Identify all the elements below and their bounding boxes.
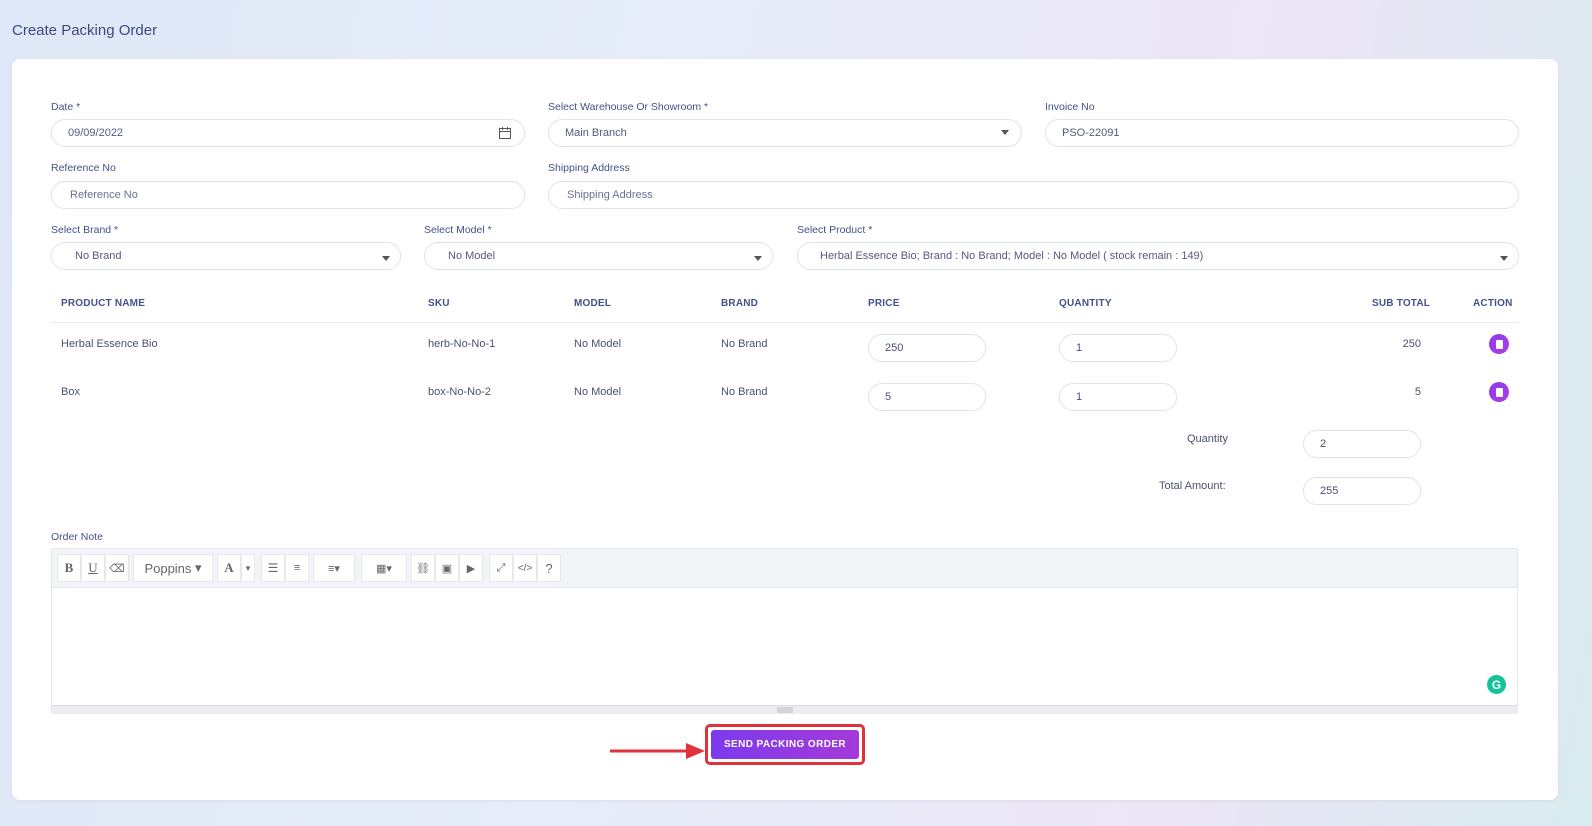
bold-icon[interactable]: B [57,554,81,582]
delete-icon [1495,339,1503,349]
th-brand: BRAND [721,298,759,309]
help-icon[interactable]: ? [537,554,561,582]
model-select[interactable]: No Model [424,242,773,270]
row-model: No Model [574,338,622,350]
date-value: 09/09/2022 [68,127,124,139]
delete-row-button[interactable] [1489,334,1509,354]
page-title: Create Packing Order [12,22,158,39]
submit-highlight: SEND PACKING ORDER [705,724,865,765]
grammarly-icon[interactable]: G [1487,675,1506,694]
summary-quantity-label: Quantity [1187,433,1228,445]
font-family-dropdown[interactable]: Poppins ▾ [133,554,213,582]
table-divider [51,322,1518,323]
th-sku: SKU [428,298,450,309]
align-icon[interactable]: ≡▾ [313,554,355,582]
reference-field[interactable] [51,181,525,209]
price-input[interactable]: 5 [868,383,986,411]
invoice-label: Invoice No [1045,101,1095,113]
pointer-arrow-icon [610,743,705,759]
th-price: PRICE [868,298,900,309]
shipping-field[interactable] [548,181,1519,209]
price-input[interactable]: 250 [868,334,986,362]
calendar-icon[interactable] [498,126,512,140]
order-note-editor: B U ⌫ Poppins ▾ A ▾ ☰ ≡ ≡▾ ▦▾ ⛓ ▣ ▶ ⤢ </… [51,548,1518,714]
row-model: No Model [574,386,622,398]
th-product-name: PRODUCT NAME [61,298,146,309]
font-name: Poppins [144,560,192,576]
row-brand: No Brand [721,338,768,350]
total-amount-label: Total Amount: [1159,480,1226,492]
fullscreen-icon[interactable]: ⤢ [489,554,513,582]
eraser-icon[interactable]: ⌫ [105,554,129,582]
th-sub-total: SUB TOTAL [1372,298,1431,309]
product-value: Herbal Essence Bio; Brand : No Brand; Mo… [820,250,1204,262]
row-subtotal: 250 [1402,338,1421,350]
ordered-list-icon[interactable]: ≡ [285,554,309,582]
chevron-down-icon [1001,130,1009,135]
row-sku: herb-No-No-1 [428,338,496,350]
quantity-input[interactable]: 1 [1059,334,1177,362]
warehouse-value: Main Branch [565,127,627,139]
model-label: Select Model * [424,224,492,236]
brand-value: No Brand [75,250,122,262]
chevron-down-icon [1500,256,1508,261]
brand-select[interactable]: No Brand [51,242,401,270]
delete-row-button[interactable] [1489,382,1509,402]
font-color-icon[interactable]: A [217,554,241,582]
chevron-down-icon [382,256,390,261]
grip-icon [777,707,793,713]
send-packing-order-button[interactable]: SEND PACKING ORDER [711,730,859,759]
editor-resize-handle[interactable] [51,705,1518,714]
image-icon[interactable]: ▣ [435,554,459,582]
order-note-label: Order Note [51,531,103,543]
reference-label: Reference No [51,162,116,174]
reference-input[interactable] [68,188,524,202]
delete-icon [1495,387,1503,397]
shipping-input[interactable] [565,188,1518,202]
row-product-name: Box [61,386,80,398]
link-icon[interactable]: ⛓ [411,554,435,582]
chevron-down-icon [754,256,762,261]
shipping-label: Shipping Address [548,162,630,174]
row-sku: box-No-No-2 [428,386,491,398]
row-brand: No Brand [721,386,768,398]
warehouse-select[interactable]: Main Branch [548,119,1022,147]
unordered-list-icon[interactable]: ☰ [261,554,285,582]
product-label: Select Product * [797,224,873,236]
row-subtotal: 5 [1414,386,1421,398]
row-product-name: Herbal Essence Bio [61,338,158,350]
th-model: MODEL [574,298,612,309]
invoice-field[interactable]: PSO-22091 [1045,119,1519,147]
total-amount-field[interactable]: 255 [1303,477,1421,505]
code-view-icon[interactable]: </> [513,554,537,582]
model-value: No Model [448,250,496,262]
invoice-value: PSO-22091 [1062,127,1120,139]
editor-toolbar: B U ⌫ Poppins ▾ A ▾ ☰ ≡ ≡▾ ▦▾ ⛓ ▣ ▶ ⤢ </… [52,549,1517,588]
warehouse-label: Select Warehouse Or Showroom * [548,101,709,113]
date-label: Date * [51,101,81,113]
quantity-input[interactable]: 1 [1059,383,1177,411]
th-quantity: QUANTITY [1059,298,1112,309]
packing-order-form: Date * 09/09/2022 Select Warehouse Or Sh… [12,59,1558,800]
summary-quantity-field[interactable]: 2 [1303,430,1421,458]
underline-icon[interactable]: U [81,554,105,582]
font-color-dropdown-icon[interactable]: ▾ [241,554,255,582]
date-field[interactable]: 09/09/2022 [51,119,525,147]
table-icon[interactable]: ▦▾ [361,554,407,582]
th-action: ACTION [1473,298,1513,309]
video-icon[interactable]: ▶ [459,554,483,582]
editor-content-area[interactable] [52,587,1517,713]
product-select[interactable]: Herbal Essence Bio; Brand : No Brand; Mo… [797,242,1519,270]
brand-label: Select Brand * [51,224,119,236]
